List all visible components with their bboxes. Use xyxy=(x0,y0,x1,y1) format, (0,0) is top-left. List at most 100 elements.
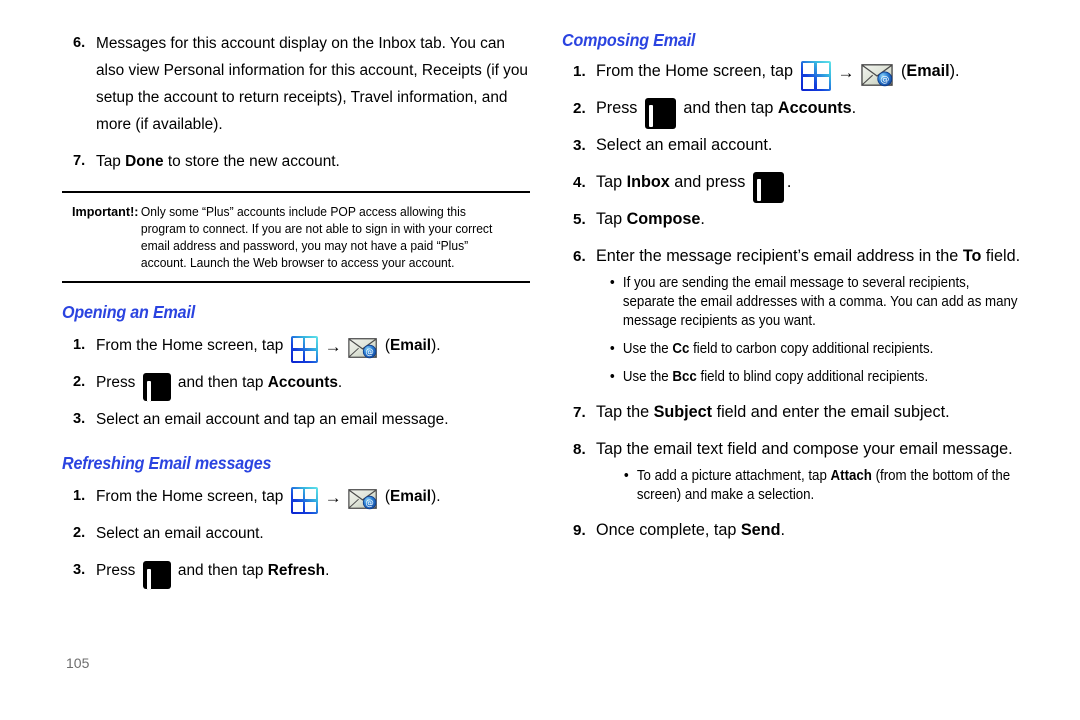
step-text: Messages for this account display on the… xyxy=(96,35,528,133)
step-text-bold: Email xyxy=(390,337,432,354)
step-number: 3. xyxy=(73,411,86,427)
step-text-bold: Compose xyxy=(626,210,701,228)
svg-text:@: @ xyxy=(880,74,889,85)
arrow-right-icon: → xyxy=(324,336,342,356)
arrow-right-icon: → xyxy=(324,487,342,507)
bullet-list: To add a picture attachment, tap Attach … xyxy=(622,466,1014,505)
step-text: Tap Compose. xyxy=(596,206,1042,233)
apps-grid-icon[interactable] xyxy=(290,486,318,514)
step-item: 6. Enter the message recipient’s email a… xyxy=(562,243,1042,270)
menu-key-icon[interactable] xyxy=(644,98,676,130)
manual-page: 6. Messages for this account display on … xyxy=(0,0,1080,720)
menu-key-icon[interactable] xyxy=(752,172,784,204)
email-envelope-icon[interactable]: @ xyxy=(347,488,378,510)
step-text-suffix: to store the new account. xyxy=(163,153,340,170)
step-text: Enter the message recipient’s email addr… xyxy=(596,243,1042,270)
step-text: Tap the email text field and compose you… xyxy=(596,440,1013,458)
page-number: 105 xyxy=(66,655,90,671)
bullet-prefix: Use the xyxy=(622,341,673,357)
apps-grid-icon[interactable] xyxy=(290,335,318,363)
step-text-middle: and then tap xyxy=(173,374,268,391)
step-item: 7. Tap Done to store the new account. xyxy=(62,148,530,175)
step-number: 7. xyxy=(573,404,586,421)
step-text-paren-close: ). xyxy=(431,337,441,354)
svg-text:@: @ xyxy=(365,498,373,508)
list-item: Use the Cc field to carbon copy addition… xyxy=(608,339,1021,359)
step-item: 5. Tap Compose. xyxy=(562,206,1042,233)
step-text-prefix: Enter the message recipient’s email addr… xyxy=(596,247,963,265)
right-column: Composing Email 1. From the Home screen,… xyxy=(562,30,1042,554)
bullet-bold: Attach xyxy=(830,468,872,484)
step-text-prefix: Tap the xyxy=(596,403,654,421)
bullet-list: If you are sending the email message to … xyxy=(608,273,1018,387)
step-text-prefix: Tap xyxy=(96,153,126,170)
step-text: From the Home screen, tap → @ (Email). xyxy=(96,332,530,363)
step-text-bold: Send xyxy=(740,521,781,539)
step-item: 3. Select an email account and tap an em… xyxy=(62,406,530,433)
step-number: 1. xyxy=(73,337,86,353)
step-text: Tap Inbox and press . xyxy=(596,169,1042,204)
step-text-prefix: From the Home screen, tap xyxy=(596,62,798,80)
step-number: 2. xyxy=(73,525,86,541)
step-item: 4. Tap Inbox and press . xyxy=(562,169,1042,204)
list-item: If you are sending the email message to … xyxy=(608,273,1021,331)
step-text: Select an email account and tap an email… xyxy=(96,411,449,428)
step-text-paren-close: ). xyxy=(949,62,960,80)
step-text-suffix: . xyxy=(337,374,343,391)
step-text-middle: and then tap xyxy=(173,562,268,579)
step-text: Press and then tap Refresh. xyxy=(96,557,530,591)
important-callout: Important!: Only some “Plus” accounts in… xyxy=(62,193,530,281)
menu-key-icon[interactable] xyxy=(142,373,171,403)
callout-text: Only some “Plus” accounts include POP ac… xyxy=(141,205,493,270)
step-text-prefix: Tap xyxy=(596,173,627,191)
bullet-bold: Cc xyxy=(672,341,690,357)
step-number: 1. xyxy=(73,488,86,504)
step-item: 1. From the Home screen, tap → @ (Email). xyxy=(62,332,530,363)
step-number: 4. xyxy=(573,174,586,191)
bullet-prefix: To add a picture attachment, tap xyxy=(636,468,831,484)
step-item: 6. Messages for this account display on … xyxy=(62,30,530,138)
step-number: 6. xyxy=(73,35,86,51)
step-number: 8. xyxy=(573,441,586,458)
email-envelope-icon[interactable]: @ xyxy=(347,337,378,359)
step-text-prefix: From the Home screen, tap xyxy=(96,488,288,505)
step-text-middle: and press xyxy=(669,173,750,191)
email-envelope-icon[interactable]: @ xyxy=(860,63,894,87)
step-text-bold: Accounts xyxy=(267,374,338,391)
step-text-suffix: . xyxy=(786,173,792,191)
step-item: 2. Press and then tap Accounts. xyxy=(562,95,1042,130)
step-text-paren-open: ( xyxy=(380,488,391,505)
step-number: 3. xyxy=(73,562,86,578)
step-text-bold: Email xyxy=(906,62,950,80)
step-text-prefix: Press xyxy=(96,374,140,391)
step-number: 2. xyxy=(73,374,86,390)
step-text-prefix: Press xyxy=(596,99,642,117)
step-text-paren-open: ( xyxy=(896,62,907,80)
step-text-suffix: . xyxy=(851,99,857,117)
step-text-prefix: Once complete, tap xyxy=(596,521,741,539)
list-item: Use the Bcc field to blind copy addition… xyxy=(608,367,1021,387)
step-text: Once complete, tap Send. xyxy=(596,517,1042,544)
step-text-bold: Accounts xyxy=(777,99,852,117)
apps-grid-icon[interactable] xyxy=(800,60,831,91)
step-text-paren-close: ). xyxy=(431,488,441,505)
section-heading-refreshing-email-messages: Refreshing Email messages xyxy=(62,453,272,473)
step-text-prefix: Press xyxy=(96,562,140,579)
step-item: 9. Once complete, tap Send. xyxy=(562,517,1042,544)
step-item: 3. Press and then tap Refresh. xyxy=(62,557,530,591)
arrow-right-icon: → xyxy=(837,62,855,82)
step-text-bold: Subject xyxy=(653,403,713,421)
step-text-suffix: . xyxy=(700,210,705,228)
svg-text:@: @ xyxy=(365,347,373,357)
step-item: 2. Press and then tap Accounts. xyxy=(62,369,530,403)
step-text: Tap Done to store the new account. xyxy=(96,148,530,175)
step-number: 1. xyxy=(573,63,586,80)
step-text-bold: Email xyxy=(390,488,432,505)
callout-label: Important!: xyxy=(72,205,139,219)
step-text: From the Home screen, tap → @ (Email). xyxy=(596,58,1042,91)
step-number: 7. xyxy=(73,153,86,169)
step-text: Tap the Subject field and enter the emai… xyxy=(596,399,1042,426)
step-text-suffix: . xyxy=(780,521,785,539)
menu-key-icon[interactable] xyxy=(142,561,171,591)
step-item: 8. Tap the email text field and compose … xyxy=(562,436,1042,463)
